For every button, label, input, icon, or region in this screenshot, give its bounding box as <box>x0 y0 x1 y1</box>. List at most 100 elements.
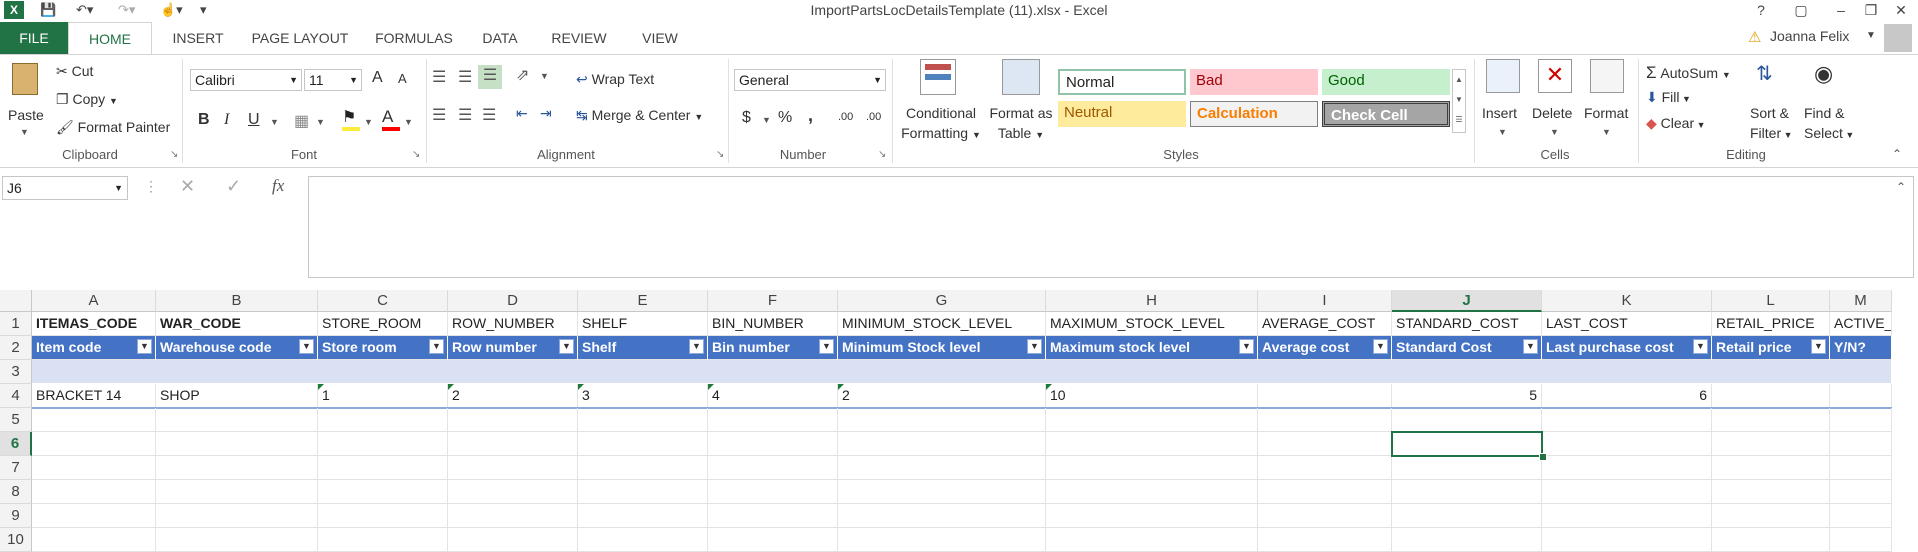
find-select-label-2[interactable]: Select ▼ <box>1804 125 1854 141</box>
insert-function-button[interactable]: fx <box>272 176 284 196</box>
binoculars-icon[interactable]: ◉ <box>1814 61 1833 87</box>
tab-insert[interactable]: INSERT <box>158 22 238 54</box>
align-right-icon[interactable]: ☰ <box>482 105 496 125</box>
cell-j4[interactable]: 5 <box>1392 384 1542 408</box>
cell-m4[interactable] <box>1830 384 1892 408</box>
increase-decimal-button[interactable]: .00 <box>838 111 853 123</box>
formula-input[interactable] <box>308 176 1914 278</box>
decrease-decimal-button[interactable]: .00 <box>866 111 881 123</box>
align-center-icon[interactable]: ☰ <box>458 105 472 125</box>
currency-button[interactable]: $ <box>742 109 751 127</box>
delete-dropdown-icon[interactable]: ▼ <box>1550 127 1559 137</box>
currency-dropdown-icon[interactable]: ▼ <box>762 115 771 125</box>
row-header-2[interactable]: 2 <box>0 336 32 360</box>
filter-dropdown-icon[interactable]: ▼ <box>689 339 704 354</box>
style-bad[interactable]: Bad <box>1190 69 1318 95</box>
filter-dropdown-icon[interactable]: ▼ <box>1239 339 1254 354</box>
column-header-h[interactable]: H <box>1046 290 1258 312</box>
style-normal[interactable]: Normal <box>1058 69 1186 95</box>
conditional-formatting-label[interactable]: Conditional <box>900 105 982 121</box>
column-header-j[interactable]: J <box>1392 290 1542 312</box>
increase-indent-icon[interactable]: ⇥ <box>540 105 552 122</box>
filter-dropdown-icon[interactable]: ▼ <box>559 339 574 354</box>
row-header-9[interactable]: 9 <box>0 504 32 528</box>
copy-button[interactable]: ❐ Copy ▼ <box>56 91 118 108</box>
filter-dropdown-icon[interactable]: ▼ <box>299 339 314 354</box>
cell-h4[interactable]: 10 <box>1046 384 1258 408</box>
styles-scroll-icon[interactable]: ▲ ▼ ☰ <box>1452 69 1466 133</box>
cell-k4[interactable]: 6 <box>1542 384 1712 408</box>
restore-button[interactable]: ❐ <box>1856 0 1886 20</box>
decrease-indent-icon[interactable]: ⇤ <box>516 105 528 122</box>
filter-dropdown-icon[interactable]: ▼ <box>819 339 834 354</box>
style-check-cell[interactable]: Check Cell <box>1322 101 1450 127</box>
row-header-5[interactable]: 5 <box>0 408 32 432</box>
avatar[interactable] <box>1884 24 1912 52</box>
row-header-7[interactable]: 7 <box>0 456 32 480</box>
font-color-button[interactable]: A <box>382 107 400 131</box>
cell-c2[interactable]: Store room ▼ <box>318 336 448 360</box>
format-as-table-label-2[interactable]: Table ▼ <box>984 125 1058 141</box>
format-cells-label[interactable]: Format <box>1584 105 1628 121</box>
row-header-6[interactable]: 6 <box>0 432 32 456</box>
fill-handle[interactable] <box>1539 453 1547 461</box>
cell-k2[interactable]: Last purchase cost ▼ <box>1542 336 1712 360</box>
column-header-a[interactable]: A <box>32 290 156 312</box>
align-left-icon[interactable]: ☰ <box>432 105 446 125</box>
column-header-c[interactable]: C <box>318 290 448 312</box>
comma-button[interactable]: , <box>808 105 813 126</box>
number-format-combo[interactable]: General ▼ <box>734 69 886 91</box>
shrink-font-button[interactable]: A <box>398 71 407 86</box>
cell-h2[interactable]: Maximum stock level ▼ <box>1046 336 1258 360</box>
format-cells-icon[interactable] <box>1590 59 1624 93</box>
tab-data[interactable]: DATA <box>466 22 534 54</box>
empty-rows[interactable] <box>32 408 1892 552</box>
style-good[interactable]: Good <box>1322 69 1450 95</box>
tab-formulas[interactable]: FORMULAS <box>362 22 466 54</box>
italic-button[interactable]: I <box>224 111 229 129</box>
wrap-text-button[interactable]: ↩ Wrap Text <box>576 71 654 88</box>
tab-page-layout[interactable]: PAGE LAYOUT <box>238 22 362 54</box>
style-calculation[interactable]: Calculation <box>1190 101 1318 127</box>
tab-home[interactable]: HOME <box>68 22 152 55</box>
clear-button[interactable]: ◆ Clear ▼ <box>1646 115 1706 132</box>
column-header-k[interactable]: K <box>1542 290 1712 312</box>
cell-a1[interactable]: ITEMAS_CODE <box>32 312 156 336</box>
user-name[interactable]: Joanna Felix <box>1770 28 1849 44</box>
column-header-d[interactable]: D <box>448 290 578 312</box>
name-box[interactable]: J6 ▼ <box>2 176 128 200</box>
cell-l1[interactable]: RETAIL_PRICE <box>1712 312 1830 336</box>
orientation-dropdown-icon[interactable]: ▼ <box>540 71 549 81</box>
row-header-8[interactable]: 8 <box>0 480 32 504</box>
fill-color-dropdown-icon[interactable]: ▼ <box>364 117 373 127</box>
format-as-table-icon[interactable] <box>1002 59 1040 95</box>
row-header-3[interactable]: 3 <box>0 360 32 384</box>
filter-dropdown-icon[interactable]: ▼ <box>137 339 152 354</box>
cell-c1[interactable]: STORE_ROOM <box>318 312 448 336</box>
filter-dropdown-icon[interactable]: ▼ <box>1811 339 1826 354</box>
sort-filter-label-2[interactable]: Filter ▼ <box>1750 125 1793 141</box>
paste-dropdown-icon[interactable]: ▼ <box>20 127 29 137</box>
cell-a2[interactable]: Item code ▼ <box>32 336 156 360</box>
cell-d1[interactable]: ROW_NUMBER <box>448 312 578 336</box>
cell-l2[interactable]: Retail price ▼ <box>1712 336 1830 360</box>
cell-m2[interactable]: Y/N? <box>1830 336 1892 360</box>
font-size-combo[interactable]: 11 ▼ <box>304 69 362 91</box>
cut-button[interactable]: ✂ Cut <box>56 63 93 80</box>
format-dropdown-icon[interactable]: ▼ <box>1602 127 1611 137</box>
cell-f1[interactable]: BIN_NUMBER <box>708 312 838 336</box>
format-as-table-label[interactable]: Format as <box>984 105 1058 121</box>
filter-dropdown-icon[interactable]: ▼ <box>1693 339 1708 354</box>
column-header-e[interactable]: E <box>578 290 708 312</box>
cell-j2[interactable]: Standard Cost ▼ <box>1392 336 1542 360</box>
column-header-i[interactable]: I <box>1258 290 1392 312</box>
insert-dropdown-icon[interactable]: ▼ <box>1498 127 1507 137</box>
cell-i1[interactable]: AVERAGE_COST <box>1258 312 1392 336</box>
font-color-dropdown-icon[interactable]: ▼ <box>404 117 413 127</box>
cell-l4[interactable] <box>1712 384 1830 408</box>
font-name-combo[interactable]: Calibri ▼ <box>190 69 302 91</box>
row-header-1[interactable]: 1 <box>0 312 32 336</box>
row-header-4[interactable]: 4 <box>0 384 32 408</box>
cell-g4[interactable]: 2 <box>838 384 1046 408</box>
confirm-entry-icon[interactable]: ✓ <box>226 176 241 197</box>
